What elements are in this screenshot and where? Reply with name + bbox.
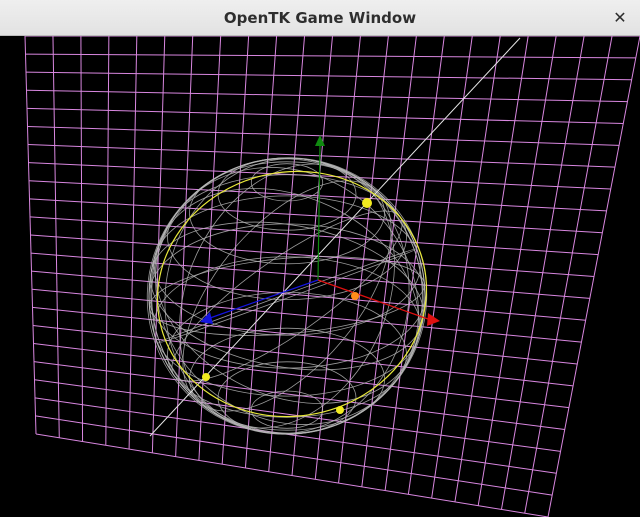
ground-grid <box>24 36 640 517</box>
marker-point-center <box>351 292 359 300</box>
marker-point <box>202 373 210 381</box>
grid-line <box>30 234 595 277</box>
window-title: OpenTK Game Window <box>223 9 417 27</box>
grid-line <box>34 397 557 474</box>
scene-canvas[interactable] <box>0 36 640 517</box>
grid-line <box>33 343 569 409</box>
sphere-longitude-line <box>154 188 420 404</box>
grid-line <box>547 36 640 517</box>
grid-line <box>338 36 389 484</box>
grid-line <box>31 270 586 321</box>
game-window: OpenTK Game Window ✕ <box>0 0 640 517</box>
title-bar[interactable]: OpenTK Game Window ✕ <box>0 0 640 36</box>
grid-line <box>500 36 585 510</box>
grid-line <box>35 433 549 517</box>
y-axis-line <box>317 144 321 281</box>
wireframe-sphere <box>146 157 428 435</box>
marker-point <box>362 198 372 208</box>
sphere-latitude-line <box>250 390 324 429</box>
close-button[interactable]: ✕ <box>608 6 632 30</box>
render-viewport[interactable] <box>0 36 640 517</box>
sphere-longitude-line <box>149 256 425 336</box>
grid-line <box>30 252 590 299</box>
sphere-longitude-line <box>156 248 418 344</box>
sphere-latitude-line <box>167 291 407 418</box>
close-icon: ✕ <box>613 8 627 27</box>
sphere-latitude-line <box>250 163 324 202</box>
grid-line <box>524 36 613 514</box>
grid-line <box>407 36 473 495</box>
marker-point <box>336 406 344 414</box>
grid-line <box>34 379 561 452</box>
